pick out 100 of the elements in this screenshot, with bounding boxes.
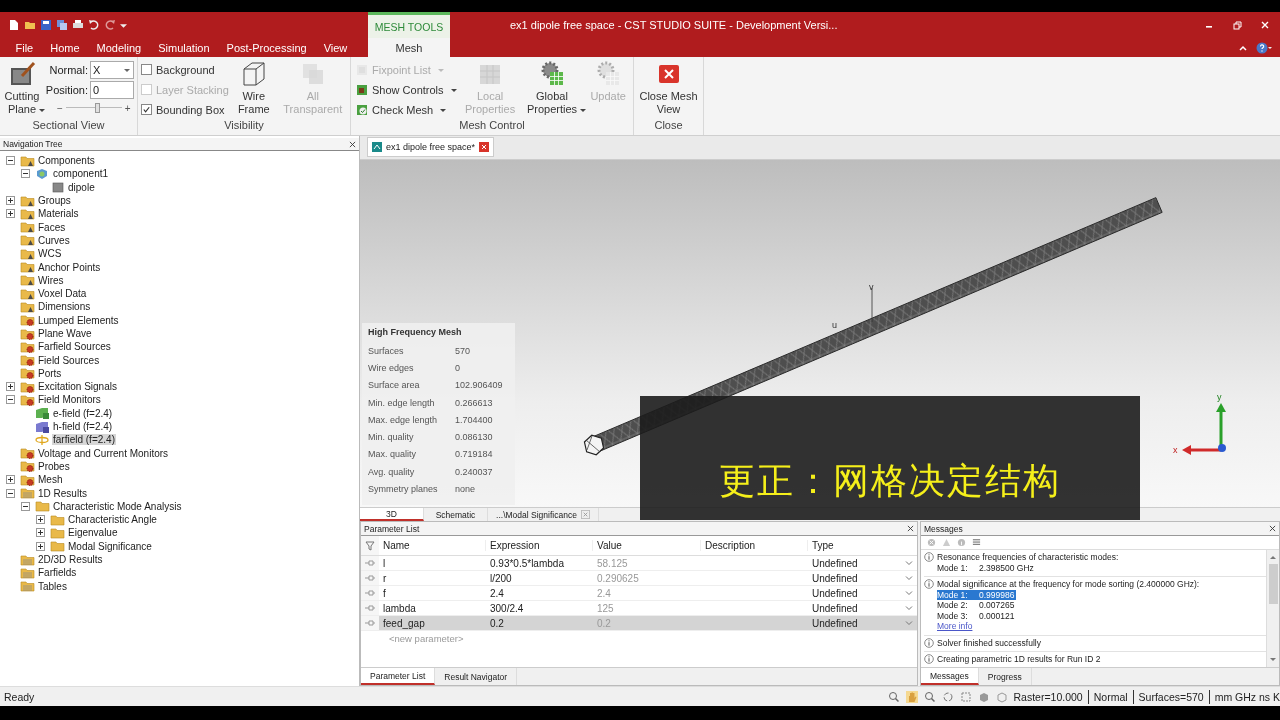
expand-toggle[interactable] (36, 541, 45, 551)
tree-item[interactable]: Excitation Signals (37, 381, 118, 393)
ribbon-tab[interactable]: Modeling (88, 38, 150, 57)
expand-toggle[interactable] (6, 395, 15, 405)
ribbon-tab[interactable]: Home (41, 38, 89, 57)
close-icon[interactable] (479, 142, 490, 152)
ribbon-button[interactable]: Global Properties (521, 60, 583, 116)
tree-item[interactable]: Components (37, 155, 96, 167)
printer-icon[interactable] (72, 19, 84, 31)
table-row[interactable]: r l/200 0.290625 Undefined (361, 571, 917, 586)
document-tab[interactable]: ex1 dipole free space* (367, 137, 495, 157)
list-icon[interactable] (972, 538, 981, 547)
ribbon-button[interactable]: Check Mesh (354, 100, 459, 119)
tree-item[interactable]: Groups (37, 195, 72, 207)
tree-item[interactable]: e-field (f=2.4) (52, 407, 114, 419)
tree-item[interactable]: Voxel Data (37, 288, 88, 300)
caret-icon[interactable] (120, 21, 127, 29)
tree-item[interactable]: Farfield Sources (37, 341, 112, 353)
column-header[interactable]: Expression (486, 540, 593, 551)
expand-toggle[interactable] (21, 169, 30, 179)
message-line[interactable]: Mode 3: 0.000121 (937, 610, 1017, 621)
tree-item[interactable]: 1D Results (37, 487, 88, 499)
decrease-button[interactable]: − (57, 102, 63, 114)
tree-item[interactable]: Farfields (37, 567, 78, 579)
tree-item[interactable]: Lumped Elements (37, 314, 120, 326)
ribbon-tab[interactable]: File (7, 38, 42, 57)
cube-icon[interactable] (977, 690, 990, 703)
tree-item[interactable]: Characteristic Angle (67, 514, 158, 526)
help-icon[interactable] (1256, 41, 1272, 54)
table-row[interactable]: l 0.93*0.5*lambda 58.125 Undefined (361, 556, 917, 571)
tree-item[interactable]: Field Sources (37, 354, 101, 366)
redo-icon[interactable] (104, 19, 116, 31)
tree-item[interactable]: Plane Wave (37, 328, 93, 339)
message-line[interactable]: Mode 2: 0.007265 (937, 600, 1017, 611)
ribbon-button[interactable]: Show Controls (354, 80, 459, 99)
checkbox[interactable]: Bounding Box (141, 100, 229, 119)
expand-toggle[interactable] (6, 488, 15, 498)
table-row[interactable]: f 2.4 2.4 Undefined (361, 586, 917, 601)
ribbon-button[interactable]: Cutting Plane (3, 60, 41, 116)
arrow-down-icon[interactable] (1269, 656, 1277, 664)
tree-item[interactable]: Probes (37, 460, 71, 472)
expand-toggle[interactable] (6, 196, 15, 206)
new-file-icon[interactable] (8, 19, 20, 31)
tree-item[interactable]: Wires (37, 274, 65, 286)
expand-toggle[interactable] (6, 382, 15, 392)
arrow-up-icon[interactable] (1269, 553, 1277, 561)
tree-item[interactable]: 2D/3D Results (37, 554, 104, 566)
tree-item[interactable]: WCS (37, 248, 63, 260)
message-line[interactable]: Mode 1: 2.398500 GHz (937, 562, 1036, 573)
panel-tab[interactable]: Result Navigator (435, 668, 518, 685)
windows-icon[interactable] (56, 19, 68, 31)
ribbon-button[interactable]: Wire Frame (232, 60, 275, 116)
tree-item[interactable]: Dimensions (37, 301, 92, 313)
tree-item[interactable]: Tables (37, 580, 68, 592)
close-icon[interactable] (1269, 525, 1276, 532)
tree-item[interactable]: Curves (37, 234, 71, 246)
input-field[interactable]: X (90, 60, 134, 79)
table-row[interactable]: feed_gap 0.2 0.2 Undefined (361, 616, 917, 631)
column-header[interactable]: Name (379, 540, 486, 551)
increase-button[interactable]: + (124, 102, 131, 114)
tree-item[interactable]: Field Monitors (37, 394, 102, 406)
tree-item[interactable]: component1 (52, 168, 110, 180)
canvas-tab[interactable]: 3D (360, 508, 424, 521)
tree-item[interactable]: Voltage and Current Monitors (37, 447, 170, 459)
tree-item[interactable]: Eigenvalue (67, 527, 119, 539)
tree-item[interactable]: Modal Significance (67, 540, 153, 552)
ribbon-tab[interactable]: Simulation (149, 38, 219, 57)
panel-tab[interactable]: Progress (978, 668, 1032, 685)
tree-item[interactable]: h-field (f=2.4) (52, 421, 114, 433)
ribbon-tab[interactable]: Mesh (368, 38, 450, 57)
column-header[interactable]: Description (701, 540, 808, 551)
magnifier-icon[interactable] (923, 690, 936, 703)
checkbox[interactable]: Background (141, 60, 229, 79)
save-icon[interactable] (40, 19, 52, 31)
more-info-link[interactable]: More info (937, 621, 973, 632)
tree-item[interactable]: Anchor Points (37, 261, 102, 273)
ribbon-tab[interactable]: View (315, 38, 356, 57)
rotate-icon[interactable] (941, 690, 954, 703)
filter-icon[interactable] (365, 540, 375, 551)
expand-toggle[interactable] (21, 501, 30, 511)
expand-toggle[interactable] (6, 156, 15, 166)
ribbon-button[interactable]: Close Mesh View (637, 60, 700, 116)
ribbon-tab[interactable]: Post-Processing (218, 38, 316, 57)
column-header[interactable]: Value (593, 540, 701, 551)
expand-toggle[interactable] (36, 515, 45, 525)
expand-toggle[interactable] (6, 209, 15, 219)
column-header[interactable]: Type (808, 540, 898, 551)
panel-tab[interactable]: Parameter List (361, 668, 436, 685)
input-field[interactable]: 0 (90, 80, 134, 99)
tree-item[interactable]: Ports (37, 367, 63, 379)
panel-tab[interactable]: Messages (921, 668, 979, 685)
tree-item[interactable]: Characteristic Mode Analysis (52, 500, 183, 512)
expand-toggle[interactable] (6, 475, 15, 485)
undo-icon[interactable] (88, 19, 100, 31)
tree-item[interactable]: Materials (37, 208, 80, 220)
scroll-thumb[interactable] (1268, 564, 1278, 604)
tree-item[interactable]: Mesh (37, 474, 64, 486)
close-icon[interactable] (907, 525, 914, 532)
slider-thumb[interactable] (94, 103, 100, 113)
restore-icon[interactable] (1232, 20, 1242, 30)
